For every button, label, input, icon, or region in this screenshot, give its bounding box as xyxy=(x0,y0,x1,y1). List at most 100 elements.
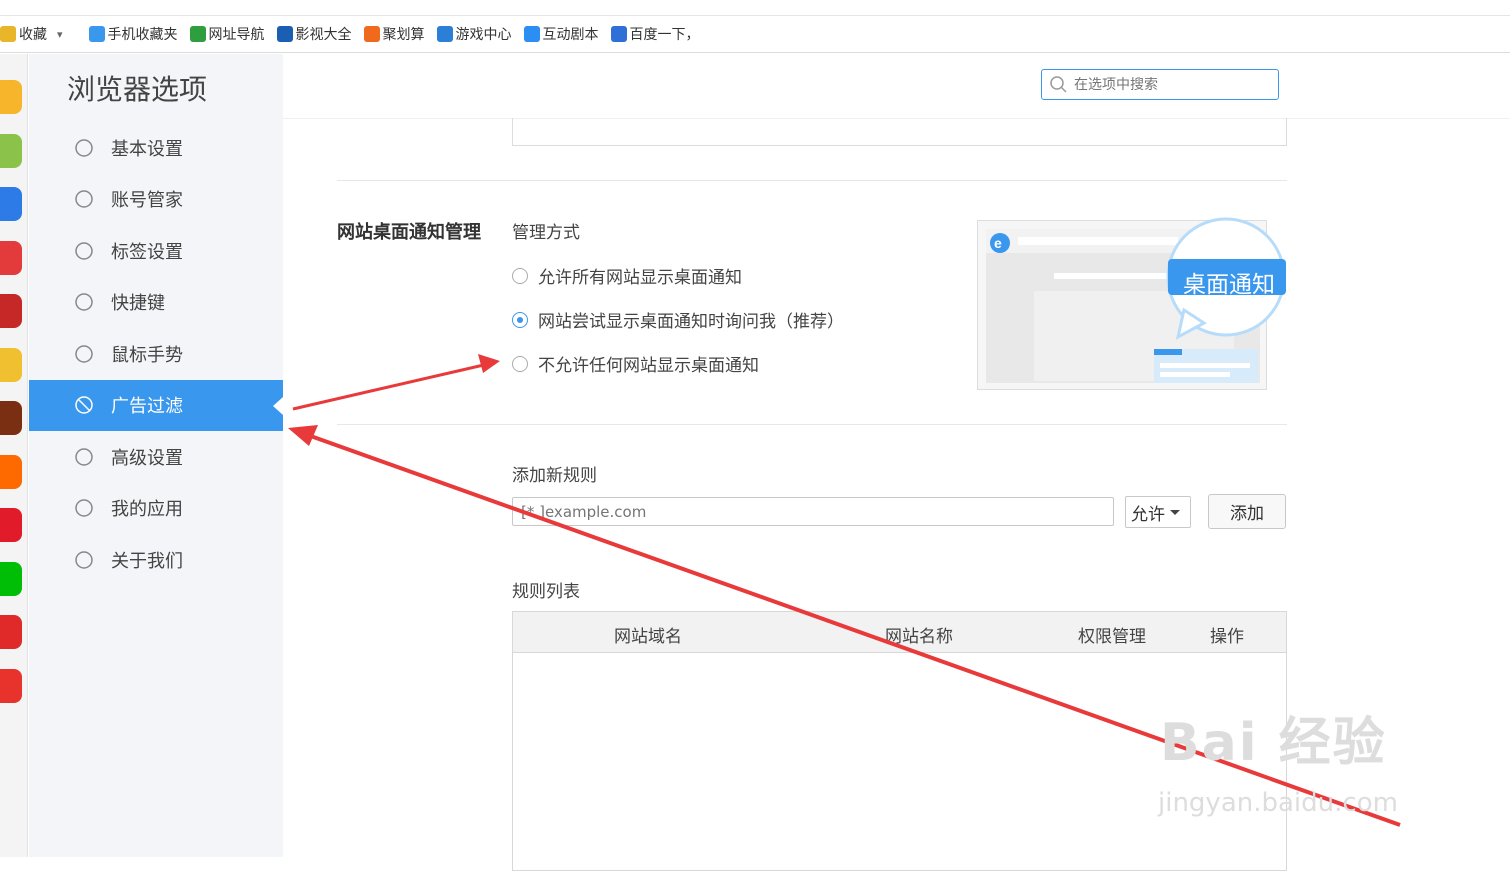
watermark-url: jingyan.baidu.com xyxy=(1158,788,1398,818)
juhuasuan-icon xyxy=(363,26,380,42)
section-divider xyxy=(337,424,1287,425)
search-icon xyxy=(1050,75,1067,93)
browser-top-strip xyxy=(0,0,1510,16)
lock-icon xyxy=(73,188,95,210)
sidebar-item[interactable]: 快捷键 xyxy=(29,277,283,329)
radio-label: 不允许任何网站显示桌面通知 xyxy=(538,356,759,376)
flash-app-icon[interactable] xyxy=(0,294,22,328)
sidebar-item[interactable]: 鼠标手势 xyxy=(29,328,283,380)
bookmark-item[interactable]: 互动剧本 xyxy=(523,16,599,53)
add-rule-label: 添加新规则 xyxy=(512,466,597,486)
iqiyi-app-icon[interactable] xyxy=(0,561,22,596)
radio-button-selected[interactable] xyxy=(512,311,528,328)
column-header-name: 网站名称 xyxy=(885,627,953,647)
block-icon xyxy=(73,394,95,416)
radio-button[interactable] xyxy=(512,267,528,284)
previous-section-box xyxy=(512,118,1287,146)
tabs-icon xyxy=(73,240,95,262)
wrench-icon xyxy=(73,446,95,468)
bookmark-label: 聚划算 xyxy=(382,27,425,43)
sidebar-item-label: 高级设置 xyxy=(111,447,183,469)
search-box[interactable] xyxy=(1041,69,1279,100)
permission-select-value: 允许 xyxy=(1131,504,1165,525)
video-icon xyxy=(276,26,293,42)
sidebar-item[interactable]: 标签设置 xyxy=(29,225,283,277)
chevron-down-icon[interactable]: ▾ xyxy=(57,28,63,41)
apps-icon xyxy=(73,497,95,519)
radio-label: 网站尝试显示桌面通知时询问我（推荐） xyxy=(538,312,844,332)
bookmark-label: 收藏 xyxy=(19,27,47,43)
bookmark-label: 手机收藏夹 xyxy=(107,27,178,43)
taobao-app-icon[interactable] xyxy=(0,454,22,489)
favorites-icon xyxy=(0,26,16,42)
bookmark-item[interactable]: 影视大全 xyxy=(276,16,352,53)
tmall-app-icon[interactable] xyxy=(0,508,22,542)
bookmark-item[interactable]: 聚划算 xyxy=(363,16,425,53)
line-app-icon[interactable] xyxy=(0,133,22,168)
bookmark-item[interactable]: 收藏 ▾ xyxy=(0,16,63,53)
game-center-icon xyxy=(436,26,453,42)
favorites-app-icon[interactable] xyxy=(0,80,22,114)
svg-text:e: e xyxy=(994,235,1002,251)
permission-select[interactable]: 允许 xyxy=(1125,496,1191,528)
radio-label: 允许所有网站显示桌面通知 xyxy=(538,268,742,288)
radio-block-all[interactable]: 不允许任何网站显示桌面通知 xyxy=(512,351,759,376)
section-divider xyxy=(337,180,1287,181)
shortcut-icon xyxy=(73,291,95,313)
game-app-icon[interactable] xyxy=(0,401,22,435)
sidebar-item[interactable]: 账号管家 xyxy=(29,174,283,226)
sidebar-item[interactable]: 关于我们 xyxy=(29,534,283,586)
search-input[interactable] xyxy=(1074,76,1274,93)
add-rule-button[interactable]: 添加 xyxy=(1208,494,1286,529)
sidebar-item[interactable]: 高级设置 xyxy=(29,431,283,483)
bookmark-label: 网址导航 xyxy=(208,27,265,43)
column-header-permission: 权限管理 xyxy=(1078,627,1146,647)
gear-icon xyxy=(73,137,95,159)
column-header-domain: 网站域名 xyxy=(614,627,682,647)
sidebar-item[interactable]: 广告过滤 xyxy=(29,379,283,431)
rule-domain-input[interactable] xyxy=(513,498,1113,525)
sidebar-item[interactable]: 我的应用 xyxy=(29,483,283,535)
bookmark-label: 互动剧本 xyxy=(542,27,599,43)
bookmark-item[interactable]: 百度一下， xyxy=(610,16,700,53)
sidebar-item-label: 账号管家 xyxy=(111,190,183,212)
interactive-script-icon xyxy=(523,26,540,42)
mobile-favorites-icon xyxy=(88,26,105,42)
doc-app-icon[interactable] xyxy=(0,187,22,221)
sidebar-item-label: 广告过滤 xyxy=(111,396,183,418)
bookmarks-bar: 收藏 ▾ 手机收藏夹 网址导航 影视大全 聚划算 游戏中心 互动剧本 百度一下， xyxy=(0,16,1510,53)
chevron-down-icon xyxy=(1170,510,1180,515)
sidebar-item-label: 鼠标手势 xyxy=(111,344,183,366)
baidu-icon xyxy=(610,26,627,42)
column-header-actions: 操作 xyxy=(1210,627,1244,647)
radio-ask[interactable]: 网站尝试显示桌面通知时询问我（推荐） xyxy=(512,307,844,332)
toutiao-app-icon[interactable] xyxy=(0,668,22,703)
rule-domain-field[interactable] xyxy=(512,497,1114,526)
sidebar-item-label: 快捷键 xyxy=(111,293,165,315)
dangdang-app-icon[interactable] xyxy=(0,615,22,649)
bookmark-item[interactable]: 手机收藏夹 xyxy=(88,16,178,53)
bookmark-label: 影视大全 xyxy=(295,27,352,43)
sidebar-item-label: 关于我们 xyxy=(111,550,183,572)
rule-table-header: 网站域名 网站名称 权限管理 操作 xyxy=(513,612,1286,653)
notification-preview-illustration: e 桌面通知 xyxy=(977,217,1286,390)
watermark-brand: Bai 经验 xyxy=(1160,713,1387,773)
radio-button[interactable] xyxy=(512,355,528,372)
options-sidebar: 浏览器选项 基本设置账号管家标签设置快捷键鼠标手势广告过滤高级设置我的应用关于我… xyxy=(29,54,283,857)
app-dock xyxy=(0,54,28,857)
bookmark-item[interactable]: 网址导航 xyxy=(189,16,265,53)
bookmark-item[interactable]: 游戏中心 xyxy=(436,16,512,53)
page-title: 浏览器选项 xyxy=(67,73,208,106)
mouse-icon xyxy=(73,343,95,365)
weather-app-icon[interactable] xyxy=(0,347,22,382)
mode-label: 管理方式 xyxy=(512,223,580,243)
info-icon xyxy=(73,549,95,571)
preview-badge: 桌面通知 xyxy=(1183,272,1275,298)
bookmark-label: 百度一下， xyxy=(629,27,700,43)
sidebar-nav: 基本设置账号管家标签设置快捷键鼠标手势广告过滤高级设置我的应用关于我们 xyxy=(29,122,283,586)
radio-allow-all[interactable]: 允许所有网站显示桌面通知 xyxy=(512,263,742,288)
sidebar-item[interactable]: 基本设置 xyxy=(29,122,283,174)
sidebar-item-label: 基本设置 xyxy=(111,138,183,160)
weibo-app-icon[interactable] xyxy=(0,240,22,275)
sidebar-item-label: 标签设置 xyxy=(111,241,183,263)
